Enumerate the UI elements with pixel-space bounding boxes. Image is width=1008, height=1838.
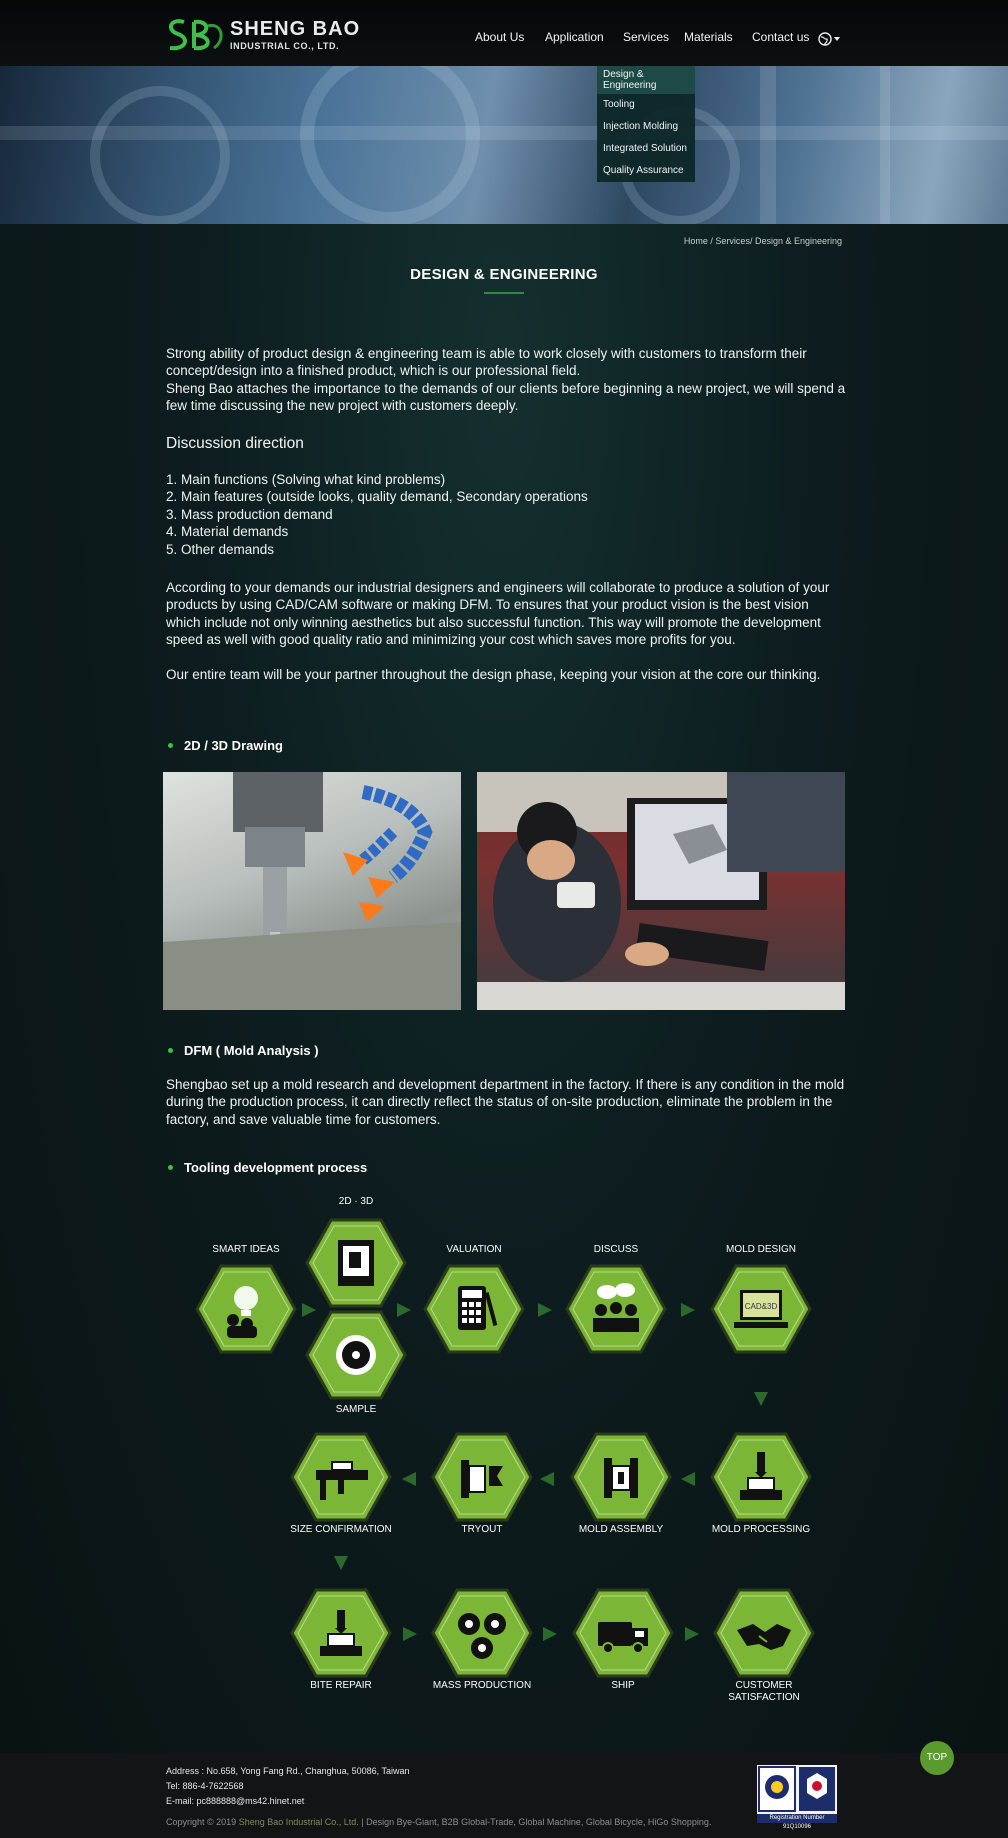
bite-repair-step-icon <box>290 1588 392 1678</box>
list-item: 1. Main functions (Solving what kind pro… <box>166 472 446 487</box>
flow-arrow-icon <box>397 1303 411 1317</box>
nav-materials[interactable]: Materials <box>684 30 733 44</box>
d2d3-label: 2D · 3D <box>338 1196 374 1207</box>
list-item: 5. Other demands <box>166 541 275 557</box>
footer-tel[interactable]: Tel: 886-4-7622568 <box>166 1781 244 1791</box>
tryout-label: TRYOUT <box>461 1524 503 1535</box>
valuation-step-icon <box>423 1264 525 1354</box>
mold-processing-label: MOLD PROCESSING <box>711 1524 811 1535</box>
breadcrumb[interactable]: Home / Services/ Design & Engineering <box>684 236 842 246</box>
d2d3-step-icon <box>305 1218 407 1308</box>
mold-assembly-label: MOLD ASSEMBLY <box>578 1524 664 1535</box>
engineer-cad-photo <box>477 772 845 1010</box>
site-footer: Address : No.658, Yong Fang Rd., Changhu… <box>0 1753 1008 1838</box>
copyright-company[interactable]: Sheng Bao Industrial Co., Ltd. <box>239 1817 359 1827</box>
flow-arrow-icon <box>538 1303 552 1317</box>
list-item: 3. Mass production demand <box>166 506 333 522</box>
main-nav: About Us Application Services Materials … <box>0 30 1008 50</box>
flow-arrow-icon <box>302 1303 316 1317</box>
discussion-list: 1. Main functions (Solving what kind pro… <box>166 471 588 558</box>
flow-arrow-icon <box>402 1472 416 1486</box>
customer-satisfaction-label: CUSTOMER SATISFACTION <box>728 1680 800 1703</box>
nav-services[interactable]: Services <box>623 30 669 44</box>
flow-arrow-icon <box>754 1392 768 1406</box>
mold-design-step-icon: CAD&3D <box>710 1264 812 1354</box>
tryout-step-icon <box>431 1432 533 1522</box>
discuss-step-icon <box>565 1264 667 1354</box>
size-confirmation-label: SIZE CONFIRMATION <box>290 1524 392 1535</box>
dropdown-integrated-solution[interactable]: Integrated Solution <box>597 138 695 160</box>
cad-text: CAD&3D <box>745 1302 778 1311</box>
sample-step-icon <box>305 1310 407 1400</box>
dropdown-injection-molding[interactable]: Injection Molding <box>597 116 695 138</box>
flow-arrow-icon <box>543 1627 557 1641</box>
section-dfm: DFM ( Mold Analysis ) <box>168 1043 319 1058</box>
page: SHENG BAO INDUSTRIAL CO., LTD. About Us … <box>0 0 1008 1838</box>
site-header: SHENG BAO INDUSTRIAL CO., LTD. About Us … <box>0 0 1008 66</box>
list-item: 4. Material demands <box>166 524 289 540</box>
flow-arrow-icon <box>334 1556 348 1570</box>
size-confirmation-step-icon <box>290 1432 392 1522</box>
certification-badge: Registration Number 91Q10096 <box>757 1765 837 1830</box>
dropdown-tooling[interactable]: Tooling <box>597 94 695 116</box>
flow-arrow-icon <box>403 1627 417 1641</box>
body-paragraph-4: Our entire team will be your partner thr… <box>166 667 821 682</box>
nav-contact-us[interactable]: Contact us <box>752 30 809 44</box>
hero-banner <box>0 66 1008 224</box>
bite-repair-label: BITE REPAIR <box>310 1680 372 1691</box>
mold-design-label: MOLD DESIGN <box>725 1244 796 1255</box>
discussion-heading: Discussion direction <box>166 435 304 452</box>
flow-arrow-icon <box>681 1472 695 1486</box>
ship-step-icon <box>572 1588 674 1678</box>
nav-about-us[interactable]: About Us <box>475 30 524 44</box>
copyright-design-links[interactable]: | Design Bye-Giant, B2B Global-Trade, Gl… <box>359 1817 711 1827</box>
language-globe-icon[interactable] <box>818 31 842 47</box>
footer-email[interactable]: E-mail: pc888888@ms42.hinet.net <box>166 1796 304 1806</box>
smart-ideas-step-icon <box>195 1264 297 1354</box>
page-title: DESIGN & ENGINEERING <box>410 266 598 283</box>
cert-registration: Registration Number 91Q10096 <box>757 1814 837 1830</box>
list-item: 2. Main features (outside looks, quality… <box>166 489 588 505</box>
section-2d-3d-drawing: 2D / 3D Drawing <box>168 738 283 753</box>
mass-production-step-icon <box>431 1588 533 1678</box>
title-underline <box>484 292 524 294</box>
footer-address: Address : No.658, Yong Fang Rd., Changhu… <box>166 1766 410 1776</box>
dropdown-design-engineering[interactable]: Design & Engineering <box>597 66 695 94</box>
ship-label: SHIP <box>611 1680 635 1691</box>
sample-label: SAMPLE <box>335 1404 377 1415</box>
mass-production-label: MASS PRODUCTION <box>432 1680 532 1691</box>
copyright-prefix: Copyright © 2019 <box>166 1817 239 1827</box>
discuss-label: DISCUSS <box>593 1244 639 1255</box>
section-tooling-process: Tooling development process <box>168 1160 367 1175</box>
dfm-text: Shengbao set up a mold research and deve… <box>166 1077 845 1127</box>
dropdown-quality-assurance[interactable]: Quality Assurance <box>597 160 695 182</box>
intro-paragraph-2: Sheng Bao attaches the importance to the… <box>166 380 846 414</box>
valuation-label: VALUATION <box>446 1244 502 1255</box>
smart-ideas-label: SMART IDEAS <box>212 1244 280 1255</box>
intro-text: Strong ability of product design & engin… <box>166 345 846 415</box>
mold-processing-step-icon <box>710 1432 812 1522</box>
nav-application[interactable]: Application <box>545 30 604 44</box>
services-dropdown: Design & Engineering Tooling Injection M… <box>597 66 695 182</box>
flow-arrow-icon <box>681 1303 695 1317</box>
flow-arrow-icon <box>540 1472 554 1486</box>
customer-satisfaction-step-icon <box>713 1588 815 1678</box>
intro-paragraph-1: Strong ability of product design & engin… <box>166 346 807 379</box>
body-paragraph-3: According to your demands our industrial… <box>166 580 830 648</box>
flow-arrow-icon <box>685 1627 699 1641</box>
back-to-top-button[interactable]: TOP <box>920 1741 954 1775</box>
mold-assembly-step-icon <box>570 1432 672 1522</box>
footer-copyright: Copyright © 2019 Sheng Bao Industrial Co… <box>166 1817 711 1827</box>
cnc-machining-photo <box>163 772 461 1010</box>
iso-ukas-logo-icon <box>758 1766 835 1812</box>
